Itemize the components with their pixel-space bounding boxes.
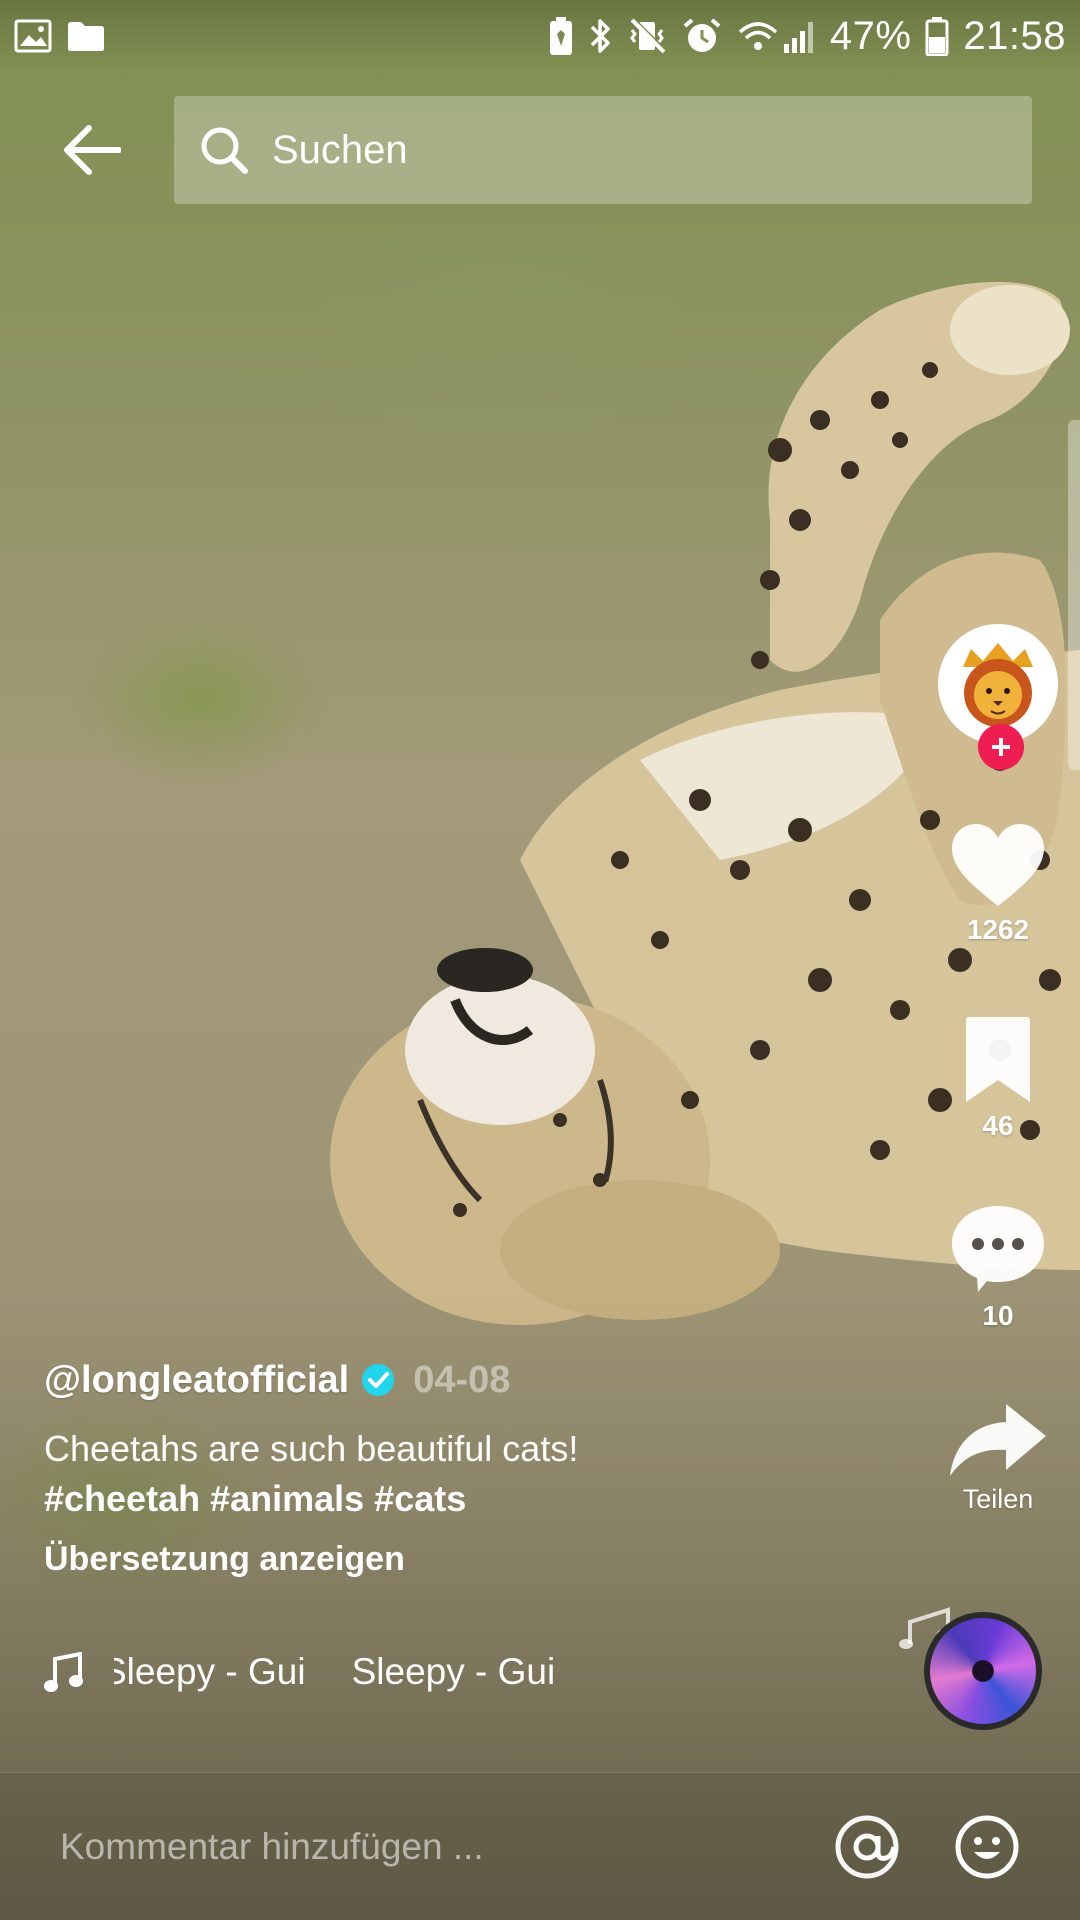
gallery-notification-icon [14,19,52,53]
post-caption-area: @longleatofficial 04-08 Cheetahs are suc… [44,1350,864,1579]
translate-link[interactable]: Übersetzung anzeigen [44,1540,405,1579]
bluetooth-icon [590,19,610,53]
music-title: Sleepy - Gui [114,1651,306,1692]
caption-text: Cheetahs are such beautiful cats! [44,1428,579,1469]
comment-bar: Kommentar hinzufügen ... [0,1772,1080,1920]
share-button[interactable]: Teilen [938,1402,1058,1515]
share-arrow-icon [950,1404,1046,1476]
music-disc-group[interactable] [896,1600,1046,1730]
comment-bubble-icon [952,1206,1044,1292]
vibrate-mute-icon [629,17,667,54]
status-bar: 47% 21:58 [0,0,1080,72]
heart-icon [952,824,1044,906]
back-button[interactable] [54,112,130,188]
comment-input[interactable]: Kommentar hinzufügen ... [60,1826,814,1868]
status-left-icons [14,19,106,53]
side-panel-handle[interactable] [1068,420,1080,770]
battery-saver-icon [549,17,572,55]
music-title-repeat: Sleepy - Gui [351,1651,556,1692]
like-button[interactable]: 1262 [938,822,1058,946]
battery-percentage: 47% [829,13,912,58]
save-count: 46 [982,1110,1014,1141]
music-disc[interactable] [924,1612,1042,1730]
search-placeholder: Suchen [272,127,408,172]
plus-icon [992,738,1010,756]
status-right-icons: 47% 21:58 [548,14,1066,59]
like-count: 1262 [966,914,1030,945]
music-track-line[interactable]: Sleepy - Gui Sleepy - Gui [44,1645,604,1701]
search-bar[interactable]: Suchen [174,96,1032,204]
music-note-icon [44,1652,83,1692]
alarm-icon [683,18,721,52]
comment-count: 10 [982,1300,1014,1331]
verified-badge-icon [362,1364,395,1396]
wifi-signal-icon [738,22,813,53]
post-date: 04-08 [413,1358,511,1401]
bookmark-icon [966,1017,1030,1102]
clock: 21:58 [963,13,1066,58]
mention-at-icon[interactable] [834,1814,900,1880]
save-button[interactable]: 46 [938,1016,1058,1142]
follow-plus-button[interactable] [978,724,1024,770]
creator-avatar-group[interactable] [938,624,1058,770]
comment-button[interactable]: 10 [938,1204,1058,1332]
emoji-icon[interactable] [954,1814,1020,1880]
hashtags[interactable]: #cheetah #animals #cats [44,1474,864,1524]
author-handle[interactable]: @longleatofficial [44,1359,349,1402]
battery-icon [925,17,949,56]
back-arrow-icon [64,125,121,175]
author-line: @longleatofficial 04-08 [44,1350,864,1410]
search-icon [201,127,248,174]
folder-notification-icon [68,22,104,51]
music-title-marquee: Sleepy - Gui Sleepy - Gui [114,1645,594,1701]
share-label: Teilen [962,1484,1034,1514]
